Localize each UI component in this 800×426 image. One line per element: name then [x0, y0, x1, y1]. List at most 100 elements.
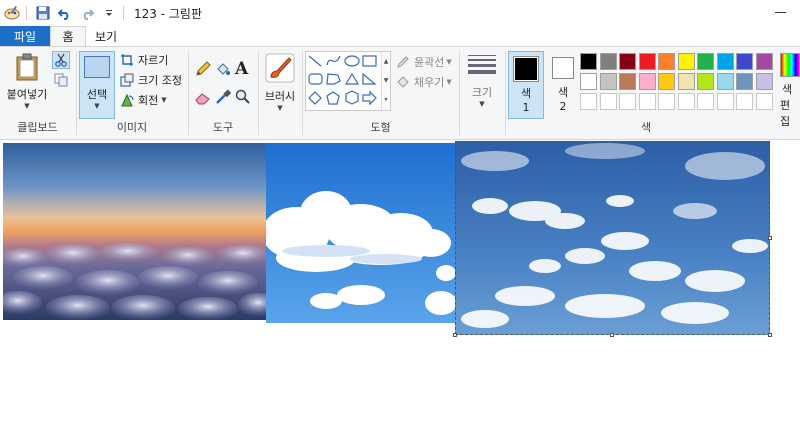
outline-button[interactable]: 윤곽선 ▼: [395, 53, 452, 71]
sunset-clouds-image[interactable]: [3, 143, 266, 320]
chevron-down-icon: ▼: [24, 102, 30, 110]
text-tool-icon[interactable]: A: [235, 59, 253, 79]
palette-swatch[interactable]: [599, 93, 617, 110]
color1-label: 색: [520, 87, 532, 100]
tab-home[interactable]: 홈: [50, 26, 86, 46]
color1-button[interactable]: 색 1: [508, 51, 544, 119]
tab-view[interactable]: 보기: [86, 26, 126, 46]
fill-button[interactable]: 채우기 ▼: [395, 73, 452, 91]
minimize-icon[interactable]: [775, 12, 786, 13]
brush-icon: [265, 53, 295, 83]
color2-number: 2: [559, 100, 567, 113]
line-shape-icon: [308, 55, 322, 67]
resize-handle[interactable]: [453, 333, 457, 337]
eraser-icon[interactable]: [195, 89, 213, 107]
palette-swatch[interactable]: [580, 93, 597, 110]
palette-swatch[interactable]: [736, 93, 753, 110]
palette-swatch[interactable]: [697, 93, 714, 110]
palette-swatch[interactable]: [599, 53, 617, 70]
resize-handle[interactable]: [610, 333, 614, 337]
gallery-expand-icon[interactable]: ▾: [382, 90, 390, 109]
palette-swatch[interactable]: [716, 93, 734, 110]
chevron-down-icon: ▼: [446, 58, 452, 66]
palette-swatch[interactable]: [697, 53, 714, 70]
divider: [26, 6, 27, 20]
crop-button[interactable]: 자르기: [119, 51, 168, 69]
size-button[interactable]: 크기 ▼: [464, 53, 500, 108]
chevron-down-icon: ▼: [277, 104, 283, 112]
tab-file[interactable]: 파일: [0, 26, 50, 46]
redo-icon[interactable]: [77, 3, 97, 23]
scroll-up-icon[interactable]: ▲: [382, 52, 390, 71]
edit-colors-button[interactable]: 색 편집: [776, 51, 800, 128]
image-group-label: 이미지: [116, 121, 148, 134]
fill-bucket-icon[interactable]: [215, 61, 233, 79]
palette-swatch[interactable]: [755, 93, 773, 110]
palette-swatch[interactable]: [677, 93, 695, 110]
chevron-down-icon: ▼: [94, 102, 100, 110]
save-icon[interactable]: [33, 3, 53, 23]
palette-swatch[interactable]: [697, 73, 714, 90]
color-picker-icon[interactable]: [215, 89, 233, 107]
resize-handle[interactable]: [768, 333, 772, 337]
paint-app-icon[interactable]: [2, 3, 22, 23]
right-triangle-icon: [362, 72, 377, 85]
paste-button[interactable]: 붙여넣기 ▼: [4, 53, 50, 110]
scroll-down-icon[interactable]: ▼: [382, 71, 390, 90]
palette-swatch[interactable]: [658, 93, 675, 110]
palette-swatch[interactable]: [716, 73, 734, 90]
copy-icon: [54, 73, 68, 87]
tools-group: A 도구: [189, 47, 257, 139]
chevron-down-icon: ▼: [161, 96, 167, 104]
shapes-gallery-icons: [308, 55, 377, 106]
palette-swatch[interactable]: [619, 53, 636, 70]
size-label: 크기: [471, 86, 493, 99]
undo-icon[interactable]: [55, 3, 75, 23]
clipboard-icon: [16, 53, 38, 81]
copy-button[interactable]: [52, 71, 70, 89]
palette-swatch[interactable]: [658, 73, 675, 90]
color1-number: 1: [522, 101, 530, 114]
clipboard-group: 붙여넣기 ▼ 클립보드: [0, 47, 75, 139]
palette-swatch[interactable]: [638, 73, 656, 90]
palette-swatch[interactable]: [638, 93, 656, 110]
blue-sky-clouds-image[interactable]: [266, 143, 456, 323]
scissors-icon: [55, 53, 67, 67]
palette-swatch[interactable]: [716, 53, 734, 70]
colors-group-label: 색: [640, 121, 652, 134]
cut-button[interactable]: [52, 51, 70, 69]
palette-swatch[interactable]: [580, 73, 597, 90]
color2-button[interactable]: 색 2: [548, 51, 578, 119]
resize-button[interactable]: 크기 조정: [119, 71, 182, 89]
palette-swatch[interactable]: [736, 53, 753, 70]
palette-swatch[interactable]: [658, 53, 675, 70]
select-button[interactable]: 선택 ▼: [79, 51, 115, 119]
arrow-shape-icon: [362, 90, 377, 106]
palette-swatch[interactable]: [755, 73, 773, 90]
gallery-scrollbar[interactable]: ▲ ▼ ▾: [381, 52, 390, 110]
palette-swatch[interactable]: [638, 53, 656, 70]
palette-swatch[interactable]: [736, 73, 753, 90]
pencil-icon[interactable]: [195, 61, 213, 79]
edit-colors-label-1: 색: [782, 83, 793, 96]
fill-label: 채우기: [414, 76, 445, 89]
palette-swatch[interactable]: [599, 73, 617, 90]
palette-swatch[interactable]: [619, 73, 636, 90]
rounded-rectangle-icon: [308, 73, 323, 85]
resize-handle[interactable]: [768, 236, 772, 240]
polygon-shape-icon: [326, 73, 341, 85]
brushes-button[interactable]: 브러시 ▼: [261, 53, 299, 112]
drawing-canvas[interactable]: [0, 141, 800, 426]
palette-swatch[interactable]: [755, 53, 773, 70]
palette-swatch[interactable]: [677, 73, 695, 90]
customize-toolbar-icon[interactable]: [99, 3, 119, 23]
title-bar: 123 - 그림판: [0, 0, 800, 26]
selection-marquee[interactable]: [455, 141, 770, 335]
rotate-button[interactable]: 회전 ▼: [119, 91, 167, 109]
magnifier-icon[interactable]: [235, 89, 253, 107]
oval-shape-icon: [344, 55, 360, 67]
palette-swatch[interactable]: [677, 53, 695, 70]
palette-swatch[interactable]: [619, 93, 636, 110]
shapes-group: ▲ ▼ ▾ 윤곽선 ▼ 채우기 ▼ 도형: [303, 47, 458, 139]
palette-swatch[interactable]: [580, 53, 597, 70]
